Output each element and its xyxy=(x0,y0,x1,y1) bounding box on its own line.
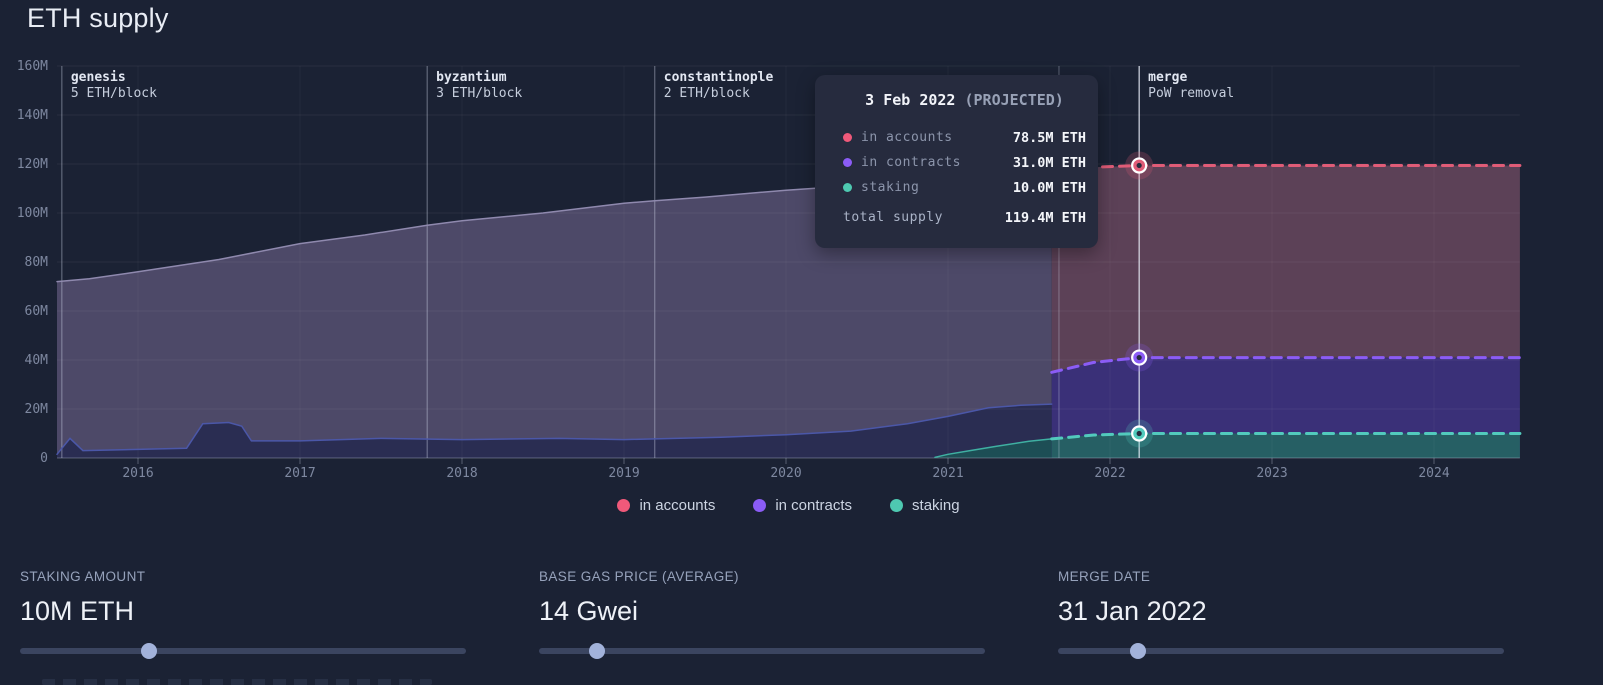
tooltip-row-value: 78.5M ETH xyxy=(1013,130,1086,146)
supply-chart-area[interactable]: 2016 2017 2018 2019 2020 2021 2022 2023 2024 0 20M… xyxy=(0,0,1603,490)
in-contracts-dot-icon xyxy=(753,499,766,512)
control-merge-date: MERGE DATE 31 Jan 2022 xyxy=(1058,569,1504,654)
svg-text:2021: 2021 xyxy=(932,466,963,481)
control-label: BASE GAS PRICE (AVERAGE) xyxy=(539,569,985,584)
legend-label: staking xyxy=(912,497,960,514)
base-gas-price-slider[interactable] xyxy=(539,648,985,654)
in-contracts-dot-icon xyxy=(843,158,852,167)
tooltip-total-value: 119.4M ETH xyxy=(1005,210,1086,226)
in-accounts-dot-icon xyxy=(843,133,852,142)
staking-dot-icon xyxy=(843,183,852,192)
tooltip-row-value: 10.0M ETH xyxy=(1013,180,1086,196)
control-value: 10M ETH xyxy=(20,596,466,627)
svg-text:2024: 2024 xyxy=(1418,466,1449,481)
control-value: 31 Jan 2022 xyxy=(1058,596,1504,627)
chart-legend: in accounts in contracts staking xyxy=(57,497,1520,514)
slider-thumb[interactable] xyxy=(589,643,605,659)
tooltip-row-total-supply: total supply 119.4M ETH xyxy=(843,205,1086,230)
legend-label: in contracts xyxy=(775,497,852,514)
svg-text:120M: 120M xyxy=(17,157,48,172)
cutoff-text-remnant xyxy=(42,679,432,685)
slider-thumb[interactable] xyxy=(141,643,157,659)
tooltip-row-label: in contracts xyxy=(861,155,1013,170)
legend-label: in accounts xyxy=(639,497,715,514)
svg-text:0: 0 xyxy=(40,451,48,466)
legend-item-in-accounts[interactable]: in accounts xyxy=(617,497,715,514)
svg-text:genesis: genesis xyxy=(71,70,126,85)
tooltip-row-in-contracts: in contracts 31.0M ETH xyxy=(843,150,1086,175)
svg-text:2 ETH/block: 2 ETH/block xyxy=(664,86,750,101)
control-value: 14 Gwei xyxy=(539,596,985,627)
legend-item-in-contracts[interactable]: in contracts xyxy=(753,497,852,514)
control-base-gas-price: BASE GAS PRICE (AVERAGE) 14 Gwei xyxy=(539,569,985,654)
tooltip-projected-tag: (PROJECTED) xyxy=(965,91,1064,109)
svg-text:100M: 100M xyxy=(17,206,48,221)
legend-item-staking[interactable]: staking xyxy=(890,497,960,514)
svg-text:constantinople: constantinople xyxy=(664,70,774,85)
svg-text:2020: 2020 xyxy=(770,466,801,481)
tooltip-row-label: staking xyxy=(861,180,1013,195)
tooltip-row-in-accounts: in accounts 78.5M ETH xyxy=(843,125,1086,150)
eth-supply-simulator: ETH supply 20162017201820192020202120222… xyxy=(0,0,1603,685)
svg-text:2016: 2016 xyxy=(122,466,153,481)
svg-text:byzantium: byzantium xyxy=(436,70,507,85)
svg-text:2017: 2017 xyxy=(284,466,315,481)
in-accounts-dot-icon xyxy=(617,499,630,512)
tooltip-date: 3 Feb 2022 (PROJECTED) xyxy=(843,91,1086,109)
slider-thumb[interactable] xyxy=(1130,643,1146,659)
svg-text:2019: 2019 xyxy=(608,466,639,481)
staking-dot-icon xyxy=(890,499,903,512)
svg-text:2022: 2022 xyxy=(1094,466,1125,481)
svg-text:2023: 2023 xyxy=(1256,466,1287,481)
tooltip-row-value: 31.0M ETH xyxy=(1013,155,1086,171)
tooltip-row-staking: staking 10.0M ETH xyxy=(843,175,1086,200)
simulator-controls: STAKING AMOUNT 10M ETH BASE GAS PRICE (A… xyxy=(20,569,1504,654)
chart-tooltip: 3 Feb 2022 (PROJECTED) in accounts 78.5M… xyxy=(815,75,1098,248)
svg-text:80M: 80M xyxy=(25,255,49,270)
svg-text:140M: 140M xyxy=(17,108,48,123)
control-staking-amount: STAKING AMOUNT 10M ETH xyxy=(20,569,466,654)
svg-text:PoW removal: PoW removal xyxy=(1148,86,1234,101)
svg-text:160M: 160M xyxy=(17,59,48,74)
staking-amount-slider[interactable] xyxy=(20,648,466,654)
svg-text:3 ETH/block: 3 ETH/block xyxy=(436,86,522,101)
svg-text:merge: merge xyxy=(1148,70,1187,85)
svg-text:5 ETH/block: 5 ETH/block xyxy=(71,86,157,101)
tooltip-row-label: in accounts xyxy=(861,130,1013,145)
control-label: STAKING AMOUNT xyxy=(20,569,466,584)
svg-text:2018: 2018 xyxy=(446,466,477,481)
tooltip-total-label: total supply xyxy=(843,210,1005,225)
supply-chart-svg[interactable]: 2016 2017 2018 2019 2020 2021 2022 2023 2024 0 20M… xyxy=(0,0,1603,490)
svg-text:40M: 40M xyxy=(25,353,49,368)
merge-date-slider[interactable] xyxy=(1058,648,1504,654)
svg-text:60M: 60M xyxy=(25,304,49,319)
svg-text:20M: 20M xyxy=(25,402,49,417)
control-label: MERGE DATE xyxy=(1058,569,1504,584)
